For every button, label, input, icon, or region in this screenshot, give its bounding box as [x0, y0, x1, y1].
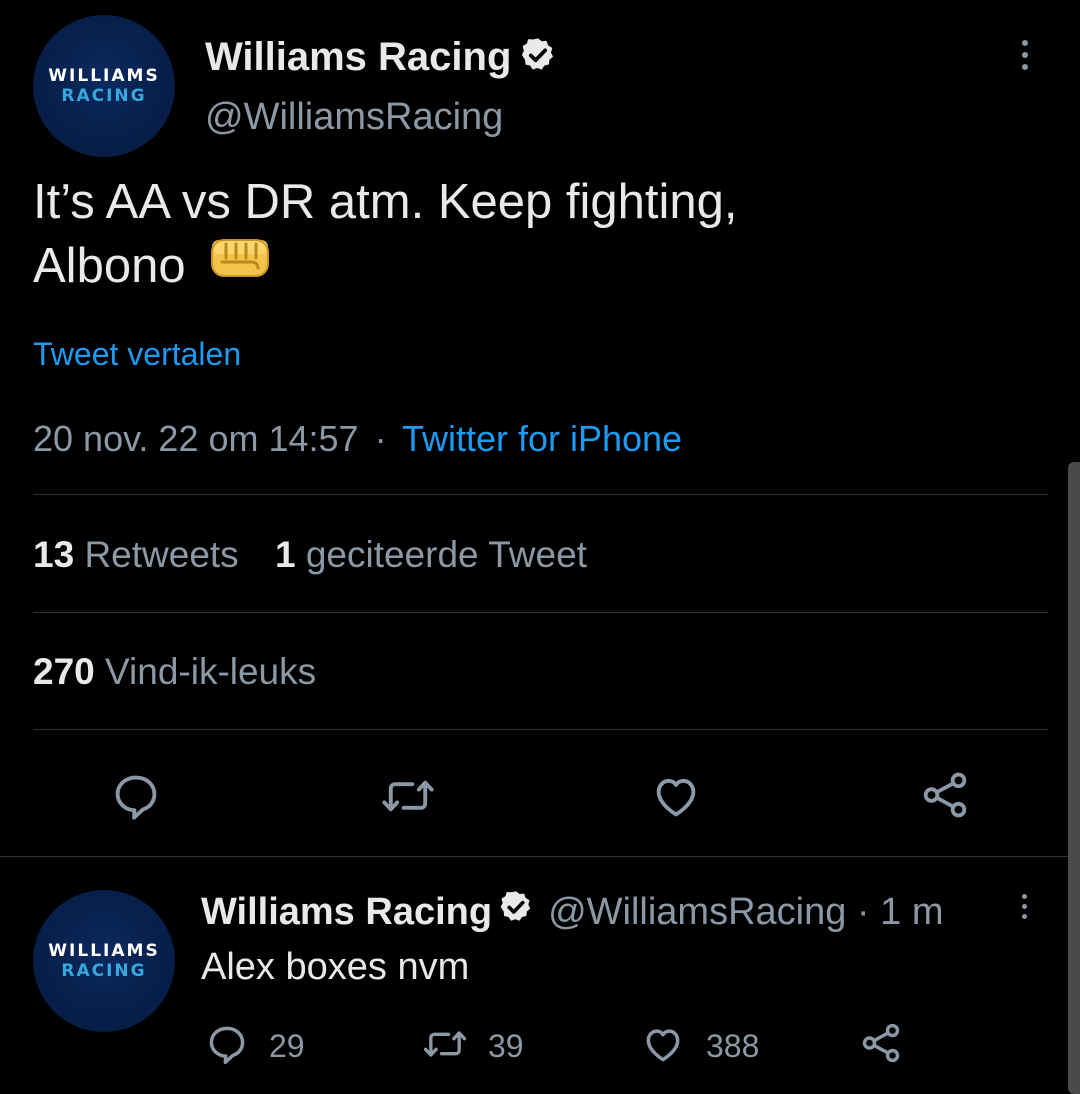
like-icon [640, 1022, 686, 1071]
likes-label: Vind-ik-leuks [105, 651, 317, 692]
reply-avatar[interactable]: WILLIAMS RACING [33, 890, 175, 1032]
author-display-name[interactable]: Williams Racing [205, 35, 511, 80]
reply-author-row[interactable]: Williams Racing @WilliamsRacing · 1 m [201, 888, 943, 936]
divider [33, 494, 1048, 495]
more-options-icon[interactable] [1022, 40, 1028, 76]
fist-emoji-icon [208, 234, 272, 298]
quotes-label: geciteerde Tweet [305, 534, 587, 575]
reply-icon [205, 1022, 249, 1071]
reply-tweet-text: Alex boxes nvm [201, 946, 470, 988]
author-handle[interactable]: @WilliamsRacing [205, 96, 503, 139]
retweet-icon[interactable] [380, 770, 436, 827]
reply-share-action[interactable] [858, 1020, 904, 1071]
divider [33, 729, 1048, 730]
retweets-label: Retweets [84, 534, 239, 575]
retweets-stat[interactable]: 13 Retweets [33, 534, 249, 575]
translate-tweet-link[interactable]: Tweet vertalen [33, 336, 241, 373]
quotes-count: 1 [274, 534, 296, 575]
reply-icon[interactable] [110, 770, 162, 827]
reply-reply-action[interactable]: 29 [205, 1022, 305, 1071]
reply-count: 29 [269, 1028, 305, 1064]
avatar-logo-subtext: RACING [61, 85, 147, 106]
tweet-text-line-2-text: Albono [33, 239, 186, 293]
tweet-source-link[interactable]: Twitter for iPhone [402, 418, 682, 459]
scrollbar[interactable] [1068, 462, 1080, 1094]
like-count: 388 [706, 1028, 760, 1064]
reply-handle-time[interactable]: @WilliamsRacing · 1 m [548, 891, 943, 934]
avatar[interactable]: WILLIAMS RACING [33, 15, 175, 157]
divider [33, 612, 1048, 613]
verified-badge-icon [519, 36, 557, 79]
divider [0, 856, 1068, 857]
verified-badge-icon [498, 889, 534, 935]
reply-more-options-icon[interactable] [1022, 894, 1027, 924]
avatar-logo-text: WILLIAMS [48, 65, 160, 86]
retweets-count: 13 [33, 534, 75, 575]
like-icon[interactable] [650, 770, 702, 827]
retweet-count: 39 [488, 1028, 524, 1064]
tweet-meta: 20 nov. 22 om 14:57 · Twitter for iPhone [33, 418, 682, 460]
reply-like-action[interactable]: 388 [640, 1022, 759, 1071]
share-icon [858, 1023, 904, 1070]
quotes-stat[interactable]: 1 geciteerde Tweet [275, 534, 587, 575]
meta-separator: · [374, 418, 387, 459]
tweet-timestamp[interactable]: 20 nov. 22 om 14:57 [33, 418, 359, 459]
retweet-quote-stats: 13 Retweets 1 geciteerde Tweet [33, 534, 587, 576]
reply-author-display-name[interactable]: Williams Racing [201, 891, 492, 934]
author-name-row[interactable]: Williams Racing [205, 34, 557, 80]
share-icon[interactable] [918, 768, 972, 827]
tweet-text: It’s AA vs DR atm. Keep fighting, Albono [33, 170, 1033, 298]
likes-count: 270 [33, 651, 95, 692]
tweet-text-line-2: Albono [33, 234, 1033, 298]
avatar-logo-text: WILLIAMS [48, 940, 160, 961]
reply-retweet-action[interactable]: 39 [422, 1022, 524, 1071]
retweet-icon [422, 1022, 468, 1071]
tweet-text-line-1: It’s AA vs DR atm. Keep fighting, [33, 175, 738, 229]
avatar-logo-subtext: RACING [61, 960, 147, 981]
likes-stat[interactable]: 270 Vind-ik-leuks [33, 651, 316, 693]
